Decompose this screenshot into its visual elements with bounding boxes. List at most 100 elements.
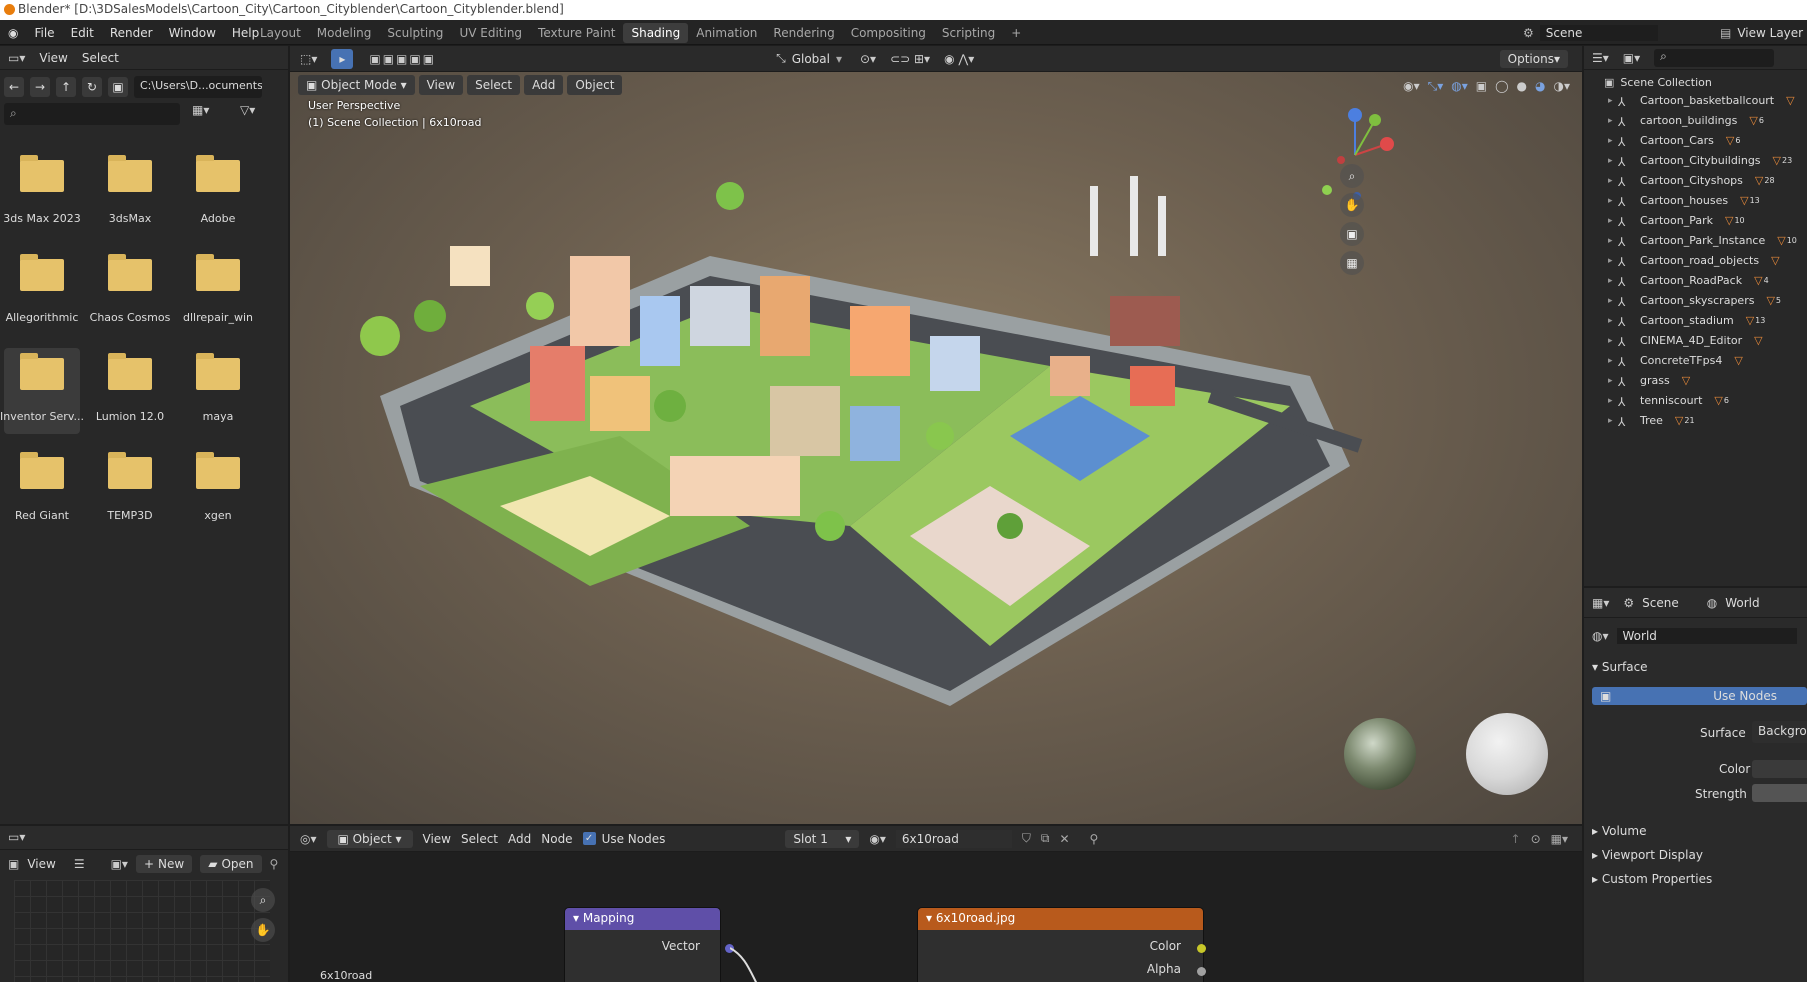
new-image-button[interactable]: + New [135, 855, 193, 873]
world-color-swatch[interactable] [1752, 760, 1807, 778]
outliner-item[interactable]: ▸ ⅄ Cartoon_Park_Instance ▽ 10 [1584, 232, 1797, 249]
expand-arrow-icon[interactable]: ▸ [1608, 156, 1618, 166]
expand-arrow-icon[interactable]: ▸ [1608, 376, 1618, 386]
image-canvas[interactable] [14, 880, 270, 982]
menu-file[interactable]: File [26, 26, 62, 40]
outliner-item[interactable]: ▸ ⅄ Cartoon_basketballcourt ▽ [1584, 92, 1796, 109]
image-browse-icon[interactable]: ▣▾ [111, 857, 128, 871]
world-selector[interactable]: ◍▾ World [1592, 626, 1807, 646]
tab-texture-paint[interactable]: Texture Paint [530, 23, 623, 43]
alpha-output-socket[interactable] [1197, 967, 1206, 976]
ne-menu-add[interactable]: Add [508, 832, 531, 846]
expand-arrow-icon[interactable]: ▸ [1608, 136, 1618, 146]
parent-node-icon[interactable]: ↑ [1511, 832, 1521, 846]
folder-item[interactable]: 3ds Max 2023 [3, 150, 81, 236]
menu-edit[interactable]: Edit [63, 26, 102, 40]
refresh-icon[interactable]: ↻ [82, 77, 102, 97]
use-nodes-button[interactable]: ▣ Use Nodes [1592, 687, 1807, 705]
folder-item[interactable]: 3dsMax [92, 150, 168, 236]
editor-type-icon[interactable]: ▦▾ [1592, 596, 1609, 610]
options-button[interactable]: Options ▾ [1499, 49, 1568, 68]
tab-modeling[interactable]: Modeling [309, 23, 380, 43]
backdrop-icon[interactable]: ▦▾ [1551, 832, 1568, 846]
view-layer-selector[interactable]: ▤ View Layer [1720, 23, 1807, 42]
proportional-edit-icon[interactable]: ◉ ⋀▾ [944, 52, 974, 66]
outliner-search-input[interactable]: ⌕ [1654, 48, 1775, 67]
outliner-item[interactable]: ▸ ⅄ Cartoon_Citybuildings ▽ 23 [1584, 152, 1792, 169]
tab-sculpting[interactable]: Sculpting [379, 23, 451, 43]
folder-item[interactable]: xgen [180, 447, 256, 533]
vp-menu-add[interactable]: Add [524, 75, 564, 95]
strength-slider[interactable] [1752, 784, 1807, 802]
select-tool-icon[interactable]: ▸ [331, 48, 354, 69]
back-icon[interactable]: ← [4, 77, 24, 97]
select-mode-icons[interactable]: ▣▣▣▣▣ [369, 52, 436, 66]
image-editor-type[interactable]: ▭▾ [0, 826, 288, 850]
expand-arrow-icon[interactable]: ▸ [1608, 276, 1618, 286]
ie-view-menu[interactable]: View [27, 857, 55, 871]
menu-render[interactable]: Render [102, 26, 161, 40]
folder-item[interactable]: Chaos Cosmos [90, 249, 170, 335]
vp-menu-view[interactable]: View [418, 75, 464, 95]
volume-panel-header[interactable]: ▸ Volume [1592, 824, 1646, 838]
new-folder-icon[interactable]: ▣ [108, 77, 128, 97]
display-mode-button[interactable]: ▦▾ [192, 103, 228, 125]
visibility-icon[interactable]: ◉▾ [1403, 79, 1420, 93]
fb-menu-select[interactable]: Select [82, 51, 119, 65]
editor-type-icon[interactable]: ▭▾ [8, 51, 25, 65]
surface-shader-selector[interactable]: Background [1752, 721, 1807, 743]
pan-hand-icon[interactable]: ✋ [251, 918, 275, 942]
tab-world[interactable]: ◍ World [1707, 596, 1760, 610]
xray-icon[interactable]: ▣ [1476, 79, 1487, 93]
forward-icon[interactable]: → [30, 77, 50, 97]
outliner-item[interactable]: ▸ ⅄ Cartoon_skyscrapers ▽ 5 [1584, 292, 1781, 309]
pan-hand-icon[interactable]: ✋ [1340, 193, 1364, 217]
wireframe-shading-icon[interactable]: ◯ [1495, 79, 1508, 93]
duplicate-material-icon[interactable]: ⧉ [1041, 831, 1050, 846]
hamburger-icon[interactable]: ☰ [74, 857, 85, 871]
zoom-icon[interactable]: ⌕ [1340, 164, 1364, 188]
transform-orientation[interactable]: ⤡ Global ▾ [776, 51, 842, 66]
custom-properties-panel-header[interactable]: ▸ Custom Properties [1592, 872, 1712, 886]
image-texture-node-header[interactable]: ▾ 6x10road.jpg [918, 908, 1203, 930]
viewport-display-panel-header[interactable]: ▸ Viewport Display [1592, 848, 1703, 862]
outliner-item[interactable]: ▸ ⅄ Cartoon_Cars ▽ 6 [1584, 132, 1740, 149]
folder-item[interactable]: Inventor Serv... [0, 348, 84, 434]
expand-arrow-icon[interactable]: ▸ [1608, 356, 1618, 366]
folder-item[interactable]: maya [180, 348, 256, 434]
folder-item[interactable]: Red Giant [4, 447, 80, 533]
expand-arrow-icon[interactable]: ▸ [1608, 96, 1618, 106]
outliner-item[interactable]: ▸ ⅄ Cartoon_RoadPack ▽ 4 [1584, 272, 1769, 289]
tab-compositing[interactable]: Compositing [843, 23, 934, 43]
snap-icon[interactable]: ⊂⊃ ⊞▾ [890, 52, 930, 66]
mapping-node-header[interactable]: ▾ Mapping [565, 908, 720, 930]
perspective-toggle-icon[interactable]: ▦ [1340, 251, 1364, 275]
open-image-button[interactable]: ▰ Open [200, 855, 262, 873]
tab-layout[interactable]: Layout [252, 23, 309, 43]
outliner-item[interactable]: ▸ ⅄ grass ▽ [1584, 372, 1691, 389]
tab-scripting[interactable]: Scripting [934, 23, 1003, 43]
tab-shading[interactable]: Shading [623, 22, 689, 43]
display-mode-icon[interactable]: ▣▾ [1623, 51, 1640, 65]
camera-view-icon[interactable]: ▣ [1340, 222, 1364, 246]
path-field[interactable]: C:\Users\D...ocuments\ [134, 76, 262, 98]
vp-menu-object[interactable]: Object [567, 75, 623, 95]
material-shading-icon[interactable]: ◕ [1535, 79, 1545, 93]
expand-arrow-icon[interactable]: ▸ [1608, 196, 1618, 206]
outliner-item[interactable]: ▸ ⅄ Tree ▽ 21 [1584, 412, 1695, 429]
filter-button[interactable]: ▽▾ [240, 103, 276, 125]
tab-scene[interactable]: ⚙ Scene [1623, 596, 1678, 610]
parent-folder-icon[interactable]: ↑ [56, 77, 76, 97]
expand-arrow-icon[interactable]: ▸ [1608, 256, 1618, 266]
outliner-item[interactable]: ▸ ⅄ Cartoon_Park ▽ 10 [1584, 212, 1745, 229]
gizmo-icon[interactable]: ⤡▾ [1428, 79, 1444, 94]
ne-menu-view[interactable]: View [423, 832, 451, 846]
3d-viewport[interactable]: ⬚▾ ▸ ▣▣▣▣▣ ⤡ Global ▾ ⊙▾ ⊂⊃ ⊞▾ ◉ ⋀▾ Option… [290, 46, 1582, 824]
vp-menu-select[interactable]: Select [467, 75, 521, 95]
scene-collection-row[interactable]: ▣ Scene Collection [1584, 74, 1712, 91]
unlink-material-icon[interactable]: ✕ [1059, 832, 1069, 846]
view-menu-icon[interactable]: ▣ [8, 857, 19, 871]
expand-arrow-icon[interactable]: ▸ [1608, 416, 1618, 426]
menu-window[interactable]: Window [161, 26, 224, 40]
folder-item[interactable]: Allegorithmic [4, 249, 80, 335]
